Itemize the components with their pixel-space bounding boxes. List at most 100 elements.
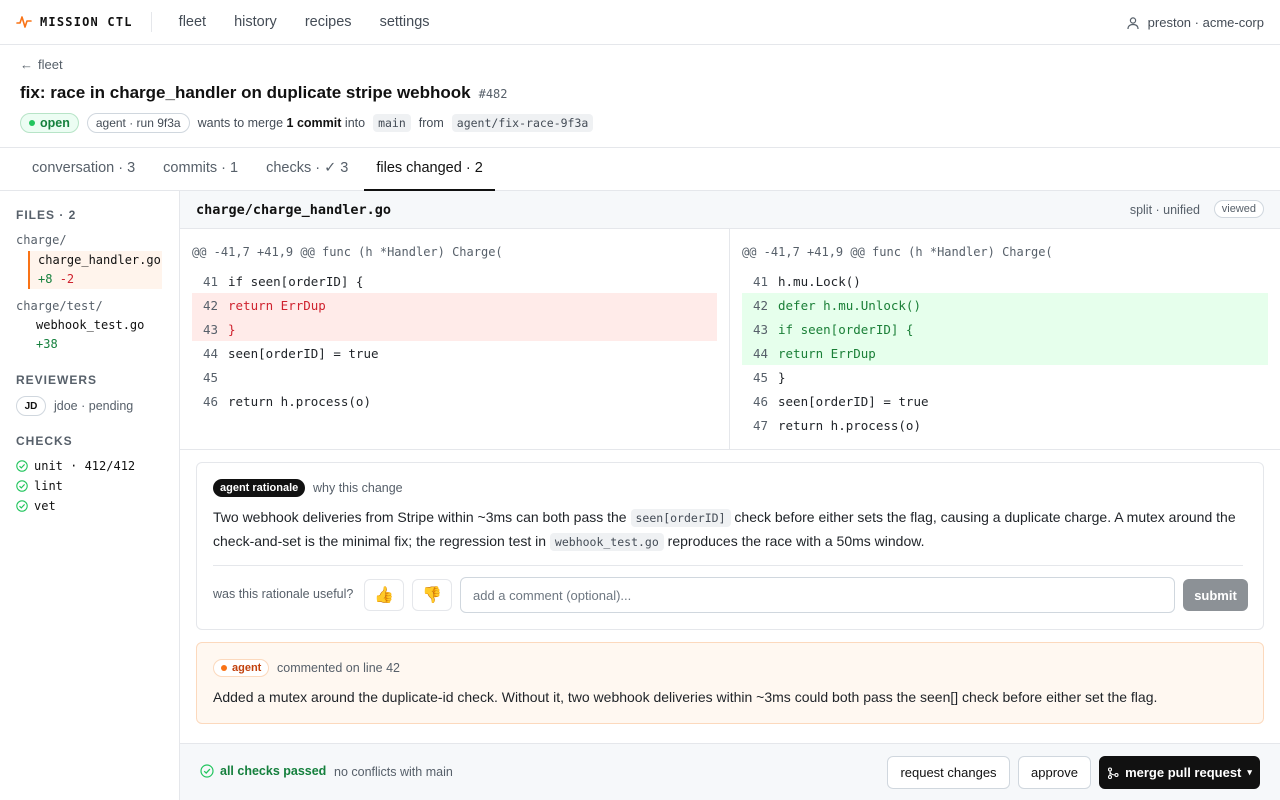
diff-line-removed[interactable]: 42 return ErrDup xyxy=(192,293,717,317)
tab-conversation[interactable]: conversation · 3 xyxy=(20,148,147,191)
diff-line[interactable]: 46 return h.process(o) xyxy=(192,389,717,413)
git-merge-icon xyxy=(1108,766,1119,779)
check-item-vet[interactable]: vet xyxy=(16,499,56,513)
checks-status-label: all checks passed xyxy=(220,764,327,778)
file-item-webhook-test[interactable]: webhook_test.go +38 xyxy=(28,316,162,354)
nav-fleet[interactable]: fleet xyxy=(179,14,206,30)
agent-dot-icon xyxy=(221,665,227,671)
diff-line[interactable]: 45} xyxy=(742,365,1268,389)
reviewer-status: jdoe · pending xyxy=(54,399,134,413)
pr-number: #482 xyxy=(478,87,508,101)
diff-line[interactable]: 45 xyxy=(192,365,717,389)
diff-old-pane: @@ -41,7 +41,9 @@ func (h *Handler) Char… xyxy=(180,229,730,449)
line-code: } xyxy=(778,369,786,385)
line-number: 45 xyxy=(752,369,768,385)
diff-line[interactable]: 47 return h.process(o) xyxy=(742,413,1268,437)
line-code: seen[orderID] = true xyxy=(228,345,379,361)
thumbs-up-icon: 👍 xyxy=(374,587,394,604)
line-number: 44 xyxy=(752,345,768,361)
line-code: return h.process(o) xyxy=(778,417,921,433)
file-stats: +8 -2 xyxy=(38,270,162,289)
line-number: 45 xyxy=(202,369,218,385)
line-code: defer h.mu.Unlock() xyxy=(778,297,921,313)
submit-button[interactable]: submit xyxy=(1183,579,1248,611)
diff-line[interactable]: 41 if seen[orderID] { xyxy=(192,269,717,293)
view-mode-toggle[interactable]: split · unified xyxy=(1130,203,1200,217)
nav-history[interactable]: history xyxy=(234,14,277,30)
line-number: 43 xyxy=(752,321,768,337)
diff-line-added[interactable]: 44 return ErrDup xyxy=(742,341,1268,365)
tab-checks[interactable]: checks · ✓ 3 xyxy=(254,148,360,191)
files-sidebar: FILES · 2 charge/ charge_handler.go +8 -… xyxy=(0,191,180,800)
viewed-toggle[interactable]: viewed xyxy=(1213,200,1264,218)
diff-line-added[interactable]: 43 if seen[orderID] { xyxy=(742,317,1268,341)
agent-tag: agent xyxy=(213,659,270,677)
line-code: return h.process(o) xyxy=(228,393,371,409)
status-label: open xyxy=(40,116,70,130)
checks-status: all checks passed xyxy=(200,764,326,778)
check-label: vet xyxy=(34,499,56,513)
line-code: h.mu.Lock() xyxy=(778,273,861,289)
agent-tag-label: agent xyxy=(232,662,262,674)
files-heading: FILES · 2 xyxy=(16,208,77,222)
dir-label: charge/test/ xyxy=(16,299,103,313)
diff-bottom-divider xyxy=(180,449,1280,450)
inline-code: webhook_test.go xyxy=(549,533,664,551)
back-label: fleet xyxy=(38,57,63,72)
diff-line-removed[interactable]: 43} xyxy=(192,317,717,341)
line-number: 47 xyxy=(752,417,768,433)
head-branch: agent/fix-race-9f3a xyxy=(451,114,594,132)
status-dot-icon xyxy=(29,120,35,126)
hunk-header: @@ -41,7 +41,9 @@ func (h *Handler) Char… xyxy=(742,245,1053,259)
feedback-comment-input[interactable] xyxy=(460,577,1175,613)
rationale-subtitle: why this change xyxy=(313,481,403,495)
agent-rationale-card: agent rationale why this change Two webh… xyxy=(196,462,1264,630)
rationale-text-part: Two webhook deliveries from Stripe withi… xyxy=(213,509,627,525)
meta-from: from xyxy=(418,116,444,130)
conflict-status: no conflicts with main xyxy=(334,765,453,779)
agent-comment-text: Added a mutex around the duplicate-id ch… xyxy=(213,689,1158,705)
run-badge[interactable]: agent · run 9f3a xyxy=(86,113,190,133)
reviewers-heading: REVIEWERS xyxy=(16,373,98,387)
diff-line[interactable]: 44 seen[orderID] = true xyxy=(192,341,717,365)
rationale-text: Two webhook deliveries from Stripe withi… xyxy=(213,506,1243,554)
nav-recipes[interactable]: recipes xyxy=(305,14,352,30)
approve-button[interactable]: approve xyxy=(1018,756,1091,789)
line-number: 41 xyxy=(202,273,218,289)
diff-new-pane: @@ -41,7 +41,9 @@ func (h *Handler) Char… xyxy=(730,229,1280,449)
tab-files-changed[interactable]: files changed · 2 xyxy=(364,148,495,191)
commit-count: 1 commit xyxy=(286,116,342,130)
line-code: return ErrDup xyxy=(778,345,876,361)
merge-footer: all checks passed no conflicts with main… xyxy=(180,743,1280,800)
tab-commits[interactable]: commits · 1 xyxy=(151,148,250,191)
rationale-divider xyxy=(213,565,1243,566)
check-item-unit[interactable]: unit · 412/412 xyxy=(16,459,135,473)
user-menu[interactable]: preston · acme-corp xyxy=(1126,0,1264,45)
merge-button[interactable]: merge pull request ▾ xyxy=(1099,756,1260,789)
diff-line[interactable]: 46 seen[orderID] = true xyxy=(742,389,1268,413)
thumbs-up-button[interactable]: 👍 xyxy=(364,579,404,611)
diff-line[interactable]: 41 h.mu.Lock() xyxy=(742,269,1268,293)
brand[interactable]: MISSION CTL xyxy=(0,0,133,45)
thumbs-down-button[interactable]: 👎 xyxy=(412,579,452,611)
meta-into: into xyxy=(344,116,366,130)
reviewer-item[interactable]: JD jdoe · pending xyxy=(16,396,133,416)
nav-settings[interactable]: settings xyxy=(380,14,430,30)
file-item-charge-handler[interactable]: charge_handler.go +8 -2 xyxy=(28,251,162,289)
line-code: } xyxy=(228,321,236,337)
check-label: unit · 412/412 xyxy=(34,459,136,473)
comment-location[interactable]: commented on line 42 xyxy=(277,661,400,675)
chevron-down-icon[interactable]: ▾ xyxy=(1247,767,1252,778)
check-item-lint[interactable]: lint xyxy=(16,479,63,493)
arrow-left-icon: ← xyxy=(20,57,33,72)
diff-line-added[interactable]: 42 defer h.mu.Unlock() xyxy=(742,293,1268,317)
file-path: charge/charge_handler.go xyxy=(196,202,392,218)
additions-count: +38 xyxy=(36,337,58,351)
check-circle-icon xyxy=(16,480,28,492)
pr-header: ← fleet fix: race in charge_handler on d… xyxy=(0,45,1280,148)
request-changes-button[interactable]: request changes xyxy=(887,756,1010,789)
avatar: JD xyxy=(16,396,46,416)
merge-summary: wants to merge 1 commit into xyxy=(198,116,365,130)
back-link[interactable]: ← fleet xyxy=(20,57,63,72)
pr-tabs: conversation · 3 commits · 1 checks · ✓ … xyxy=(0,148,1280,191)
